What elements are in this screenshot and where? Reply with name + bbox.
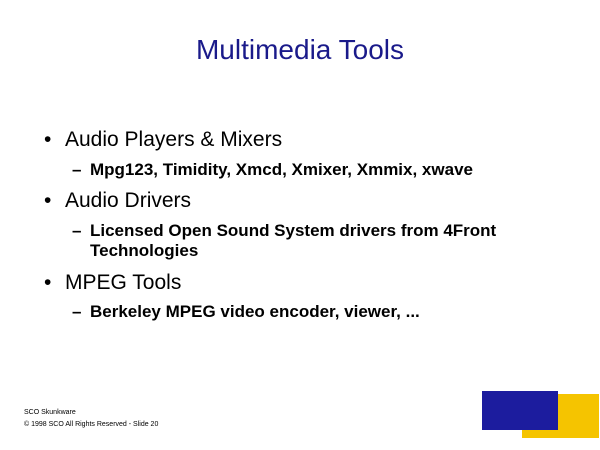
sub-bullet-text: Berkeley MPEG video encoder, viewer, ... xyxy=(90,302,420,321)
bullet-item-audio-drivers: • Audio Drivers xyxy=(44,188,191,214)
slide-title: Multimedia Tools xyxy=(195,34,405,65)
bullet-icon: • xyxy=(44,271,52,294)
dash-icon: – xyxy=(72,160,82,179)
bullet-text: MPEG Tools xyxy=(65,271,182,294)
bullet-icon: • xyxy=(44,189,52,212)
bullet-text: Audio Players & Mixers xyxy=(65,128,283,151)
bullet-text: Audio Drivers xyxy=(65,189,192,212)
dash-icon: – xyxy=(72,221,82,240)
sub-bullet-item-audio-players: – Mpg123, Timidity, Xmcd, Xmixer, Xmmix,… xyxy=(72,160,572,180)
sub-bullet-item-audio-drivers: – Licensed Open Sound System drivers fro… xyxy=(72,221,532,261)
footer-copyright: © 1998 SCO All Rights Reserved - Slide 2… xyxy=(24,421,159,428)
slide: Multimedia Tools • Audio Players & Mixers… xyxy=(0,0,600,450)
blue-accent-block xyxy=(482,391,558,430)
sub-bullet-item-mpeg-tools: – Berkeley MPEG video encoder, viewer, .… xyxy=(72,302,572,322)
bullet-item-audio-players: • Audio Players & Mixers xyxy=(44,127,282,153)
sub-bullet-text: Licensed Open Sound System drivers from … xyxy=(90,221,497,260)
dash-icon: – xyxy=(72,302,82,321)
bullet-icon: • xyxy=(44,128,52,151)
footer-company: SCO Skunkware xyxy=(24,409,76,416)
sub-bullet-text: Mpg123, Timidity, Xmcd, Xmixer, Xmmix, x… xyxy=(90,160,473,179)
bullet-item-mpeg-tools: • MPEG Tools xyxy=(44,270,181,296)
